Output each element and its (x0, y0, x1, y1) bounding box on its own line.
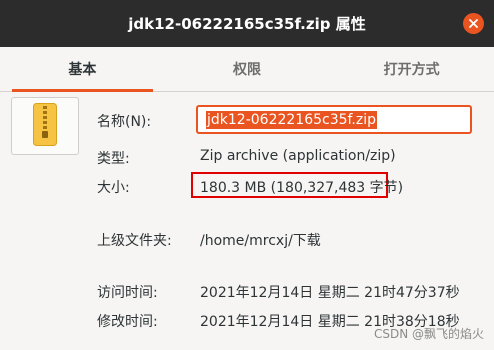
size-value: 180.3 MB (180,327,483 字节) (200, 180, 404, 196)
type-value: Zip archive (application/zip) (200, 148, 396, 164)
tab-bar: 基本 权限 打开方式 (0, 47, 494, 92)
tab-permissions[interactable]: 权限 (165, 47, 330, 91)
name-field[interactable]: jdk12-06222165c35f.zip (196, 105, 472, 134)
title-bar: jdk12-06222165c35f.zip 属性 (0, 0, 494, 47)
modified-label: 修改时间: (97, 314, 158, 330)
type-label: 类型: (97, 151, 130, 167)
zip-archive-icon (33, 103, 57, 146)
parent-folder-value: /home/mrcxj/下载 (200, 233, 321, 249)
tab-basic[interactable]: 基本 (0, 47, 165, 92)
close-button[interactable] (463, 13, 484, 34)
name-field-value: jdk12-06222165c35f.zip (206, 111, 378, 129)
window-title: jdk12-06222165c35f.zip 属性 (128, 15, 366, 33)
watermark: CSDN @飘飞的焰火 (373, 327, 484, 341)
accessed-value: 2021年12月14日 星期二 21时47分37秒 (200, 285, 460, 301)
name-label: 名称(N): (97, 114, 152, 130)
close-icon (469, 19, 478, 28)
accessed-label: 访问时间: (97, 285, 158, 301)
size-label: 大小: (97, 180, 130, 196)
tab-open-with[interactable]: 打开方式 (329, 47, 494, 91)
file-icon-frame (11, 97, 79, 155)
parent-folder-label: 上级文件夹: (97, 233, 172, 249)
